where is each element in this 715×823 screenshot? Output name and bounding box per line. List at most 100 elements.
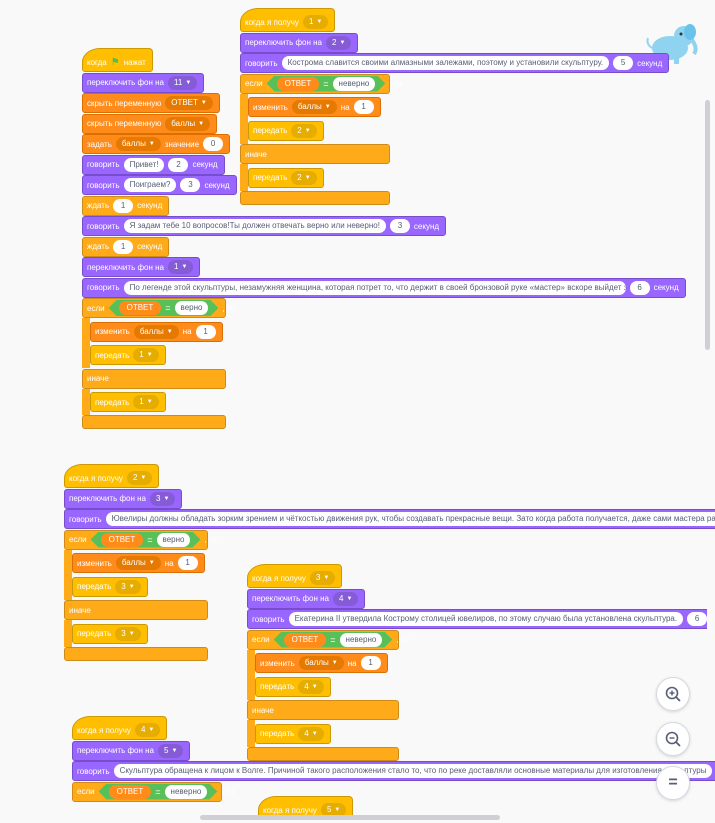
- message-dropdown[interactable]: 1 ▼: [133, 395, 159, 409]
- variable-dropdown[interactable]: ОТВЕТ ▼: [165, 96, 213, 110]
- variable-dropdown[interactable]: баллы ▼: [291, 100, 337, 114]
- message-dropdown[interactable]: 2 ▼: [126, 471, 153, 485]
- hide-variable-block[interactable]: скрыть переменную ОТВЕТ ▼: [82, 93, 220, 113]
- code-workspace[interactable]: когда ⚑ нажат переключить фон на 11 ▼ скр…: [0, 0, 715, 823]
- zoom-in-button[interactable]: [656, 677, 690, 711]
- message-dropdown[interactable]: 3 ▼: [309, 571, 336, 585]
- script-receive-4[interactable]: когда я получу 4 ▼ переключить фон на 5 ▼ …: [72, 716, 715, 802]
- script-receive-1[interactable]: когда я получу 1 ▼ переключить фон на 2 ▼ …: [240, 8, 670, 210]
- backdrop-dropdown[interactable]: 1 ▼: [168, 260, 194, 274]
- variable-dropdown[interactable]: баллы ▼: [115, 556, 161, 570]
- variable-dropdown[interactable]: баллы ▼: [298, 656, 344, 670]
- compare-input[interactable]: неверно: [340, 633, 383, 647]
- message-dropdown[interactable]: 4 ▼: [134, 723, 161, 737]
- variable-dropdown[interactable]: баллы ▼: [133, 324, 179, 339]
- equals-operator[interactable]: ОТВЕТ = верно: [109, 300, 219, 316]
- backdrop-dropdown[interactable]: 11 ▼: [168, 75, 198, 90]
- answer-reporter[interactable]: ОТВЕТ: [109, 785, 152, 799]
- when-i-receive-block[interactable]: когда я получу 2 ▼: [64, 464, 160, 488]
- message-dropdown[interactable]: 1 ▼: [133, 348, 159, 362]
- broadcast-block[interactable]: передать 4 ▼: [255, 676, 331, 697]
- if-header[interactable]: если ОТВЕТ = неверно , то: [240, 73, 402, 94]
- broadcast-block[interactable]: передать 3 ▼: [72, 623, 148, 644]
- horizontal-scrollbar[interactable]: [200, 815, 500, 820]
- message-dropdown[interactable]: 3 ▼: [115, 579, 141, 594]
- if-header[interactable]: если ОТВЕТ = неверно , то: [72, 781, 234, 802]
- backdrop-dropdown[interactable]: 2 ▼: [326, 35, 352, 50]
- seconds-input[interactable]: 1: [113, 198, 134, 213]
- wait-block[interactable]: ждать 1 секунд: [82, 195, 170, 216]
- say-for-secs-block[interactable]: говорить Привет! 2 секунд: [82, 154, 225, 175]
- change-variable-block[interactable]: изменить баллы ▼ на 1: [72, 553, 205, 573]
- message-input[interactable]: Я задам тебе 10 вопросов!Ты должен отвеч…: [123, 219, 386, 233]
- switch-backdrop-block[interactable]: переключить фон на 5 ▼: [72, 740, 191, 761]
- equals-operator[interactable]: ОТВЕТ = неверно: [274, 632, 393, 648]
- when-i-receive-block[interactable]: когда я получу 3 ▼: [247, 564, 343, 588]
- equals-operator[interactable]: ОТВЕТ = неверно: [267, 76, 386, 92]
- backdrop-dropdown[interactable]: 5 ▼: [158, 743, 184, 758]
- switch-backdrop-block[interactable]: переключить фон на 2 ▼: [240, 32, 359, 53]
- compare-input[interactable]: неверно: [333, 77, 376, 91]
- compare-input[interactable]: верно: [175, 301, 209, 315]
- wait-block[interactable]: ждать 1 секунд: [82, 236, 170, 257]
- broadcast-block[interactable]: передать 3 ▼: [72, 576, 148, 597]
- value-input[interactable]: 1: [177, 556, 198, 570]
- if-header[interactable]: если ОТВЕТ = верно , то: [82, 298, 235, 318]
- switch-backdrop-block[interactable]: переключить фон на 1 ▼: [82, 257, 201, 277]
- equals-operator[interactable]: ОТВЕТ = неверно: [99, 784, 218, 800]
- value-input[interactable]: 1: [353, 100, 374, 114]
- backdrop-dropdown[interactable]: 3 ▼: [150, 491, 176, 506]
- when-i-receive-block[interactable]: когда я получу 1 ▼: [240, 8, 336, 32]
- message-input[interactable]: Скульптура обращена к лицом к Волге. При…: [113, 764, 713, 778]
- broadcast-block[interactable]: передать 1 ▼: [90, 392, 166, 412]
- if-else-block[interactable]: если ОТВЕТ = верно , то изменить баллы ▼ …: [82, 298, 686, 435]
- say-for-secs-block[interactable]: говорить Поиграем? 3 секунд: [82, 175, 237, 195]
- seconds-input[interactable]: 5: [613, 56, 634, 70]
- change-variable-block[interactable]: изменить баллы ▼ на 1: [248, 97, 381, 117]
- message-input[interactable]: По легенде этой скульптуры, незамужняя ж…: [123, 280, 626, 295]
- message-input[interactable]: Екатерина II утвердила Кострому столицей…: [288, 612, 684, 626]
- broadcast-block[interactable]: передать 2 ▼: [248, 167, 324, 188]
- say-for-secs-block[interactable]: говорить Екатерина II утвердила Кострому…: [247, 609, 707, 629]
- zoom-out-button[interactable]: [656, 722, 690, 756]
- seconds-input[interactable]: 6: [687, 612, 707, 626]
- change-variable-block[interactable]: изменить баллы ▼ на 1: [255, 653, 388, 673]
- value-input[interactable]: 0: [203, 137, 224, 151]
- answer-reporter[interactable]: ОТВЕТ: [284, 633, 327, 647]
- message-dropdown[interactable]: 1 ▼: [302, 15, 329, 29]
- value-input[interactable]: 1: [195, 324, 216, 339]
- say-for-secs-block[interactable]: говорить Я задам тебе 10 вопросов!Ты дол…: [82, 216, 447, 236]
- seconds-input[interactable]: 1: [113, 239, 134, 254]
- if-header[interactable]: если ОТВЕТ = верно , то: [64, 529, 217, 550]
- switch-backdrop-block[interactable]: переключить фон на 3 ▼: [64, 488, 183, 509]
- when-i-receive-block[interactable]: когда я получу 4 ▼: [72, 716, 168, 740]
- compare-input[interactable]: неверно: [165, 785, 208, 799]
- message-dropdown[interactable]: 2 ▼: [291, 123, 317, 138]
- seconds-input[interactable]: 2: [168, 157, 189, 172]
- hide-variable-block[interactable]: скрыть переменную баллы ▼: [82, 113, 218, 134]
- variable-dropdown[interactable]: баллы ▼: [115, 137, 161, 151]
- variable-dropdown[interactable]: баллы ▼: [165, 116, 211, 131]
- seconds-input[interactable]: 3: [389, 219, 410, 233]
- switch-backdrop-block[interactable]: переключить фон на 11 ▼: [82, 72, 205, 93]
- message-dropdown[interactable]: 3 ▼: [115, 626, 141, 641]
- broadcast-block[interactable]: передать 1 ▼: [90, 345, 166, 365]
- reset-zoom-button[interactable]: =: [656, 766, 690, 800]
- equals-operator[interactable]: ОТВЕТ = верно: [91, 532, 201, 548]
- if-header[interactable]: если ОТВЕТ = неверно , то: [247, 629, 409, 650]
- when-flag-clicked-block[interactable]: когда ⚑ нажат: [82, 48, 153, 72]
- message-input[interactable]: Ювелиры должны обладать зорким зрением и…: [105, 512, 715, 526]
- message-dropdown[interactable]: 2 ▼: [291, 170, 317, 185]
- seconds-input[interactable]: 6: [629, 280, 650, 295]
- change-variable-block[interactable]: изменить баллы ▼ на 1: [90, 321, 223, 342]
- if-else-block[interactable]: если ОТВЕТ = неверно , то изменить баллы…: [240, 73, 669, 210]
- say-for-secs-block[interactable]: говорить Скульптура обращена к лицом к В…: [72, 761, 715, 781]
- answer-reporter[interactable]: ОТВЕТ: [119, 301, 162, 315]
- answer-reporter[interactable]: ОТВЕТ: [277, 77, 320, 91]
- say-for-secs-block[interactable]: говорить По легенде этой скульптуры, нез…: [82, 277, 686, 298]
- seconds-input[interactable]: 3: [180, 178, 201, 192]
- message-input[interactable]: Поиграем?: [123, 178, 177, 192]
- answer-reporter[interactable]: ОТВЕТ: [101, 533, 144, 547]
- set-variable-block[interactable]: задать баллы ▼ значение 0: [82, 134, 231, 154]
- switch-backdrop-block[interactable]: переключить фон на 4 ▼: [247, 588, 366, 609]
